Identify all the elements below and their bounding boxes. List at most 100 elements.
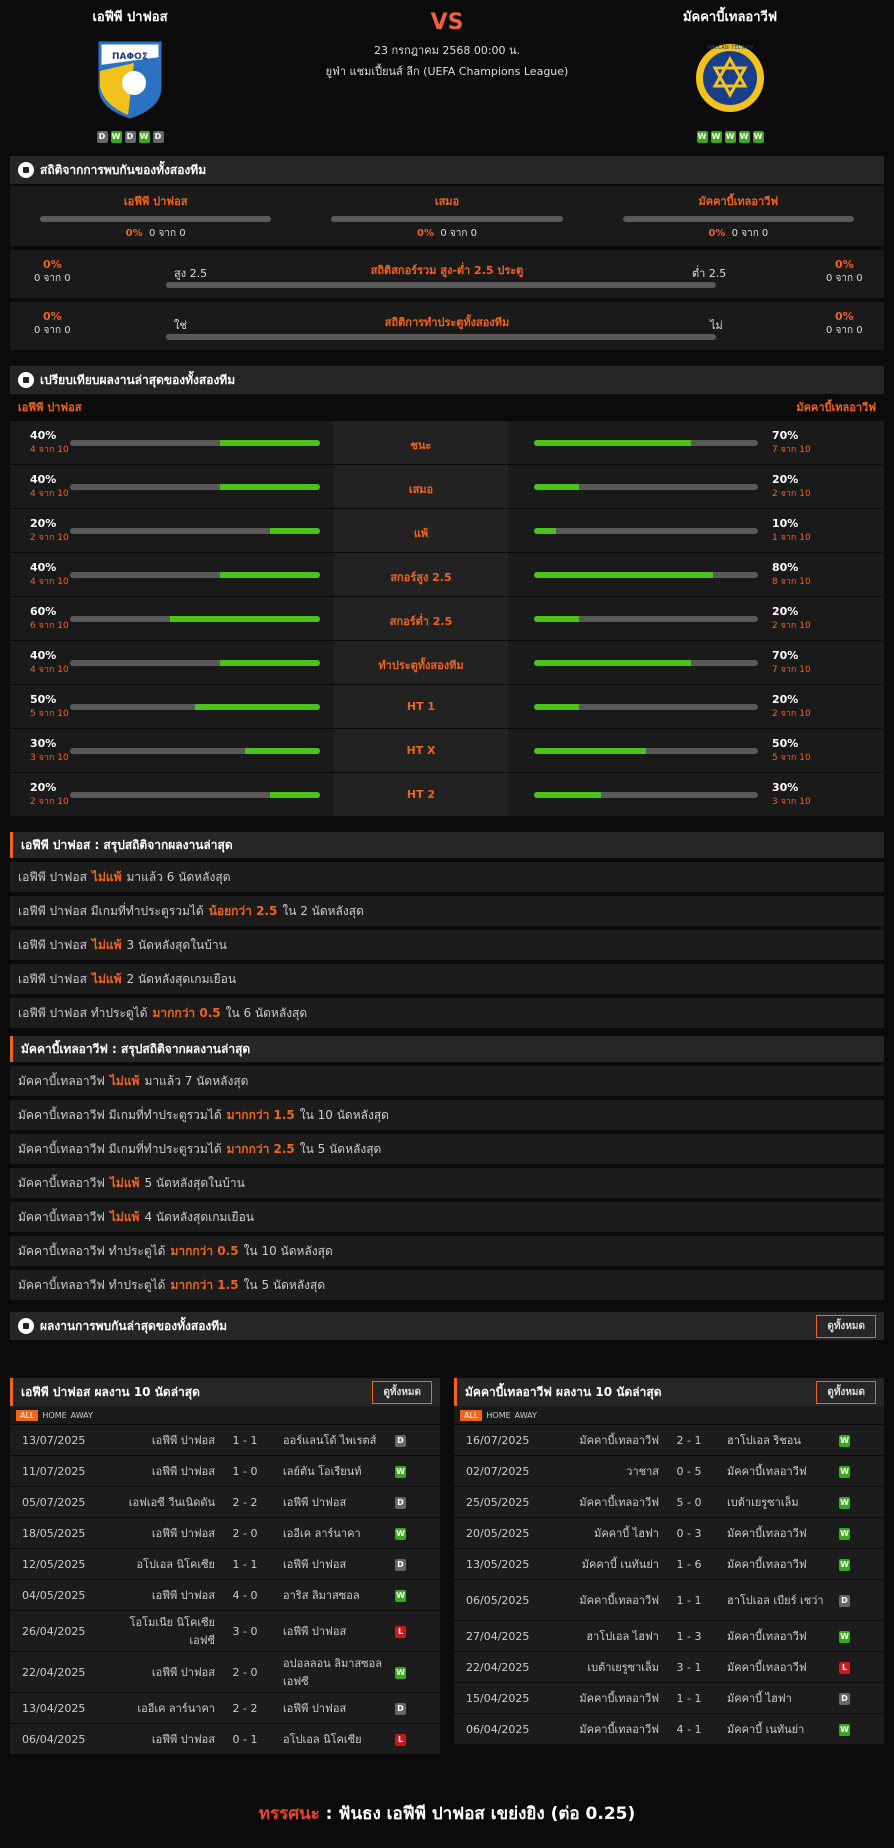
summary-subject: มัคคาบี้เทลอาวีฟ ทำประตูได้ <box>18 1277 166 1292</box>
match-result: L <box>839 1660 869 1674</box>
home-bar <box>70 792 320 798</box>
match-away-team: อาริส ลิมาสซอล <box>283 1589 360 1602</box>
ou-bar <box>166 282 716 288</box>
recent-h2h-view-all-button[interactable]: ดูทั้งหมด <box>816 1314 876 1338</box>
away-last-10: มัคคาบี้เทลอาวีฟ ผลงาน 10 นัดล่าสุด ดูทั้… <box>454 1378 884 1744</box>
match-row[interactable]: 16/07/2025 มัคคาบี้เทลอาวีฟ 2 - 1 ฮาโปเอล ร… <box>454 1425 884 1455</box>
away-team-logo: MACCABI TEL AVIV <box>694 37 766 119</box>
match-home-team: เบต้าเยรูซาเล็ม <box>587 1661 659 1674</box>
match-home-team: โอโมเนีย นิโคเซีย เอฟซี <box>129 1616 215 1647</box>
stat-label: แพ้ <box>334 509 508 552</box>
match-home-team: วาชาส <box>626 1465 659 1478</box>
match-row[interactable]: 11/07/2025 เอฟีพี ปาฟอส 1 - 0 เลย์ตัน โอเรี… <box>10 1456 440 1486</box>
summary-subject: เอฟีพี ปาฟอส <box>18 937 87 952</box>
home-stat: 20% 2 จาก 10 <box>10 509 70 552</box>
result-badge: D <box>395 1559 406 1571</box>
form-badge: D <box>96 131 108 143</box>
match-row[interactable]: 05/07/2025 เอฟเอซี วีนเนิดดัน 2 - 2 เอฟีพี … <box>10 1487 440 1517</box>
home-of: 2 จาก 10 <box>30 797 69 807</box>
summary-highlight: ไม่แพ้ <box>109 1209 140 1224</box>
recent-h2h-section: ผลงานการพบกันล่าสุดของทั้งสองทีม ดูทั้งหม… <box>10 1312 884 1340</box>
summary-subject: เอฟีพี ปาฟอส <box>18 971 87 986</box>
filter-home[interactable]: HOME <box>42 1411 66 1420</box>
away-of: 3 จาก 10 <box>772 797 811 807</box>
match-row[interactable]: 22/04/2025 เบต้าเยรูซาเล็ม 3 - 1 มัคคาบี้เท… <box>454 1652 884 1682</box>
away-stat: 20% 2 จาก 10 <box>772 597 824 640</box>
match-result: W <box>395 1665 425 1679</box>
match-row[interactable]: 02/07/2025 วาชาส 0 - 5 มัคคาบี้เทลอาวีฟ W <box>454 1456 884 1486</box>
away-bar-fill <box>534 484 579 490</box>
home-bar-fill <box>270 792 320 798</box>
match-row[interactable]: 13/07/2025 เอฟีพี ปาฟอส 1 - 1 ออร์แลนโด้ ไพ… <box>10 1425 440 1455</box>
match-row[interactable]: 20/05/2025 มัคคาบี้ ไฮฟา 0 - 3 มัคคาบี้เทลอ… <box>454 1518 884 1548</box>
match-row[interactable]: 26/04/2025 โอโมเนีย นิโคเซีย เอฟซี 3 - 0 เอ… <box>10 1611 440 1651</box>
h2h-stats-header: สถิติจากการพบกันของทั้งสองทีม <box>10 156 884 184</box>
h2h-draw-of: 0 จาก 0 <box>440 228 477 239</box>
filter-all[interactable]: ALL <box>16 1409 39 1421</box>
away-stat: 70% 7 จาก 10 <box>772 421 824 464</box>
result-badge: D <box>395 1435 406 1447</box>
match-away-team: ฮาโปเอล ริชอน <box>727 1434 801 1447</box>
away-last-title: มัคคาบี้เทลอาวีฟ ผลงาน 10 นัดล่าสุด <box>465 1384 662 1399</box>
summary-row: มัคคาบี้เทลอาวีฟ ไม่แพ้ มาแล้ว 7 นัดหลังสุ… <box>10 1066 884 1096</box>
compare-section: เปรียบเทียบผลงานล่าสุดของทั้งสองทีม เอฟี… <box>10 366 884 816</box>
match-row[interactable]: 06/04/2025 เอฟีพี ปาฟอส 0 - 1 อโปเอล นิโคเซ… <box>10 1724 440 1754</box>
match-result: W <box>395 1464 425 1478</box>
filter-away[interactable]: AWAY <box>515 1411 537 1420</box>
form-badge: D <box>152 131 164 143</box>
match-date: 27/04/2025 <box>466 1629 530 1643</box>
match-score: 5 - 0 <box>676 1495 702 1509</box>
match-row[interactable]: 27/04/2025 ฮาโปเอล ไฮฟา 1 - 3 มัคคาบี้เทลอา… <box>454 1621 884 1651</box>
result-badge: L <box>395 1626 406 1638</box>
h2h-away-label: มัคคาบี้เทลอาวีฟ <box>698 195 779 208</box>
match-result: D <box>839 1593 869 1607</box>
summary-subject: มัคคาบี้เทลอาวีฟ มีเกมที่ทำประตูรวมได้ <box>18 1141 222 1156</box>
result-badge: W <box>395 1590 406 1602</box>
home-last-view-all-button[interactable]: ดูทั้งหมด <box>372 1380 432 1404</box>
away-last-header: มัคคาบี้เทลอาวีฟ ผลงาน 10 นัดล่าสุด ดูทั้… <box>454 1378 884 1406</box>
filter-home[interactable]: HOME <box>486 1411 510 1420</box>
away-bar-wrap <box>508 729 772 772</box>
match-home-team: เอฟีพี ปาฟอส <box>151 1434 215 1447</box>
match-score: 1 - 6 <box>676 1557 702 1571</box>
match-row[interactable]: 13/04/2025 เออีเค ลาร์นาคา 2 - 2 เอฟีพี ปาฟ… <box>10 1693 440 1723</box>
match-home-team: เอฟีพี ปาฟอส <box>151 1527 215 1540</box>
match-row[interactable]: 18/05/2025 เอฟีพี ปาฟอส 2 - 0 เออีเค ลาร์นา… <box>10 1518 440 1548</box>
home-pct: 20% <box>30 517 57 530</box>
match-row[interactable]: 06/05/2025 มัคคาบี้เทลอาวีฟ 1 - 1 ฮาโปเอล เ… <box>454 1580 884 1620</box>
home-pct: 20% <box>30 781 57 794</box>
home-form-badges: DWDWD <box>10 131 250 143</box>
ou-right-label: ต่ำ 2.5 <box>692 267 727 280</box>
compare-row: 20% 2 จาก 10 แพ้ 10% 1 จาก 10 <box>10 508 884 552</box>
match-row[interactable]: 25/05/2025 มัคคาบี้เทลอาวีฟ 5 - 0 เบต้าเยรู… <box>454 1487 884 1517</box>
match-result: W <box>839 1526 869 1540</box>
summary-subject: มัคคาบี้เทลอาวีฟ <box>18 1073 105 1088</box>
away-bar <box>534 704 758 710</box>
filter-away[interactable]: AWAY <box>71 1411 93 1420</box>
both-teams-score-panel: 0% 0 จาก 0 ใช่ สถิติการทำประตูทั้งสองทีม … <box>10 302 884 350</box>
summary-subject: มัคคาบี้เทลอาวีฟ มีเกมที่ทำประตูรวมได้ <box>18 1107 222 1122</box>
away-stat: 20% 2 จาก 10 <box>772 465 824 508</box>
match-score: 4 - 1 <box>676 1722 702 1736</box>
away-bar <box>534 660 758 666</box>
match-row[interactable]: 06/04/2025 มัคคาบี้เทลอาวีฟ 4 - 1 มัคคาบี้ … <box>454 1714 884 1744</box>
stat-label: HT 1 <box>334 685 508 728</box>
filter-all[interactable]: ALL <box>460 1409 483 1421</box>
match-row[interactable]: 13/05/2025 มัคคาบี้ เนทันย่า 1 - 6 มัคคาบี้… <box>454 1549 884 1579</box>
match-row[interactable]: 15/04/2025 มัคคาบี้เทลอาวีฟ 1 - 1 มัคคาบี้ … <box>454 1683 884 1713</box>
home-of: 4 จาก 10 <box>30 445 69 455</box>
summary-row: มัคคาบี้เทลอาวีฟ มีเกมที่ทำประตูรวมได้ มา… <box>10 1134 884 1164</box>
match-row[interactable]: 04/05/2025 เอฟีพี ปาฟอส 4 - 0 อาริส ลิมาสซอ… <box>10 1580 440 1610</box>
match-away-team: มัคคาบี้เทลอาวีฟ <box>727 1527 807 1540</box>
compare-away-name: มัคคาบี้เทลอาวีฟ <box>796 401 876 414</box>
match-date: 06/05/2025 <box>466 1593 530 1607</box>
home-bar-fill <box>270 528 320 534</box>
home-bar-fill <box>195 704 320 710</box>
result-badge: W <box>395 1466 406 1478</box>
vs-label: VS <box>430 10 464 35</box>
match-row[interactable]: 22/04/2025 เอฟีพี ปาฟอส 2 - 0 อปอลลอน ลิมาส… <box>10 1652 440 1692</box>
match-row[interactable]: 12/05/2025 อโปเอล นิโคเซีย 1 - 1 เอฟีพี ปาฟ… <box>10 1549 440 1579</box>
away-last-view-all-button[interactable]: ดูทั้งหมด <box>816 1380 876 1404</box>
home-bar <box>70 660 320 666</box>
compare-row: 30% 3 จาก 10 HT X 50% 5 จาก 10 <box>10 728 884 772</box>
